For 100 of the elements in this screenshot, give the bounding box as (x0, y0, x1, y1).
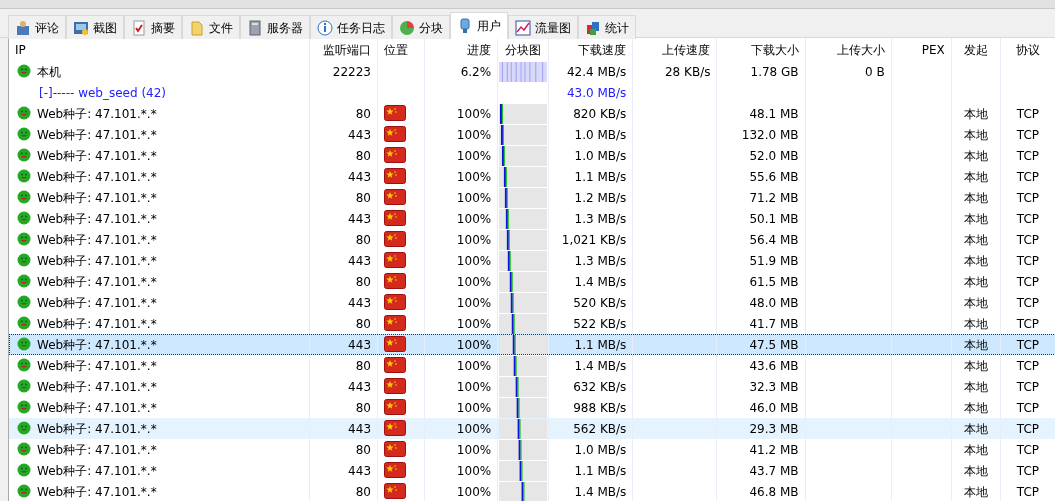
column-header[interactable]: 协议 (1015, 42, 1040, 57)
smiley-icon (17, 105, 31, 120)
table-cell: 80 (355, 484, 371, 499)
peer-row[interactable]: Web种子: 47.101.*.* 443 100% 1.3 MB/s 51.9 MB 本地 TCP (9, 250, 1055, 271)
piece-map-drawing (499, 208, 548, 229)
peer-row[interactable]: Web种子: 47.101.*.* 443 100% 1.3 MB/s 50.1 MB 本地 TCP (9, 208, 1055, 229)
flag-icon (384, 104, 406, 121)
peer-row[interactable]: Web种子: 47.101.*.* 80 100% 1.4 MB/s 61.5 MB 本地 TCP (9, 271, 1055, 292)
flag-icon (384, 230, 406, 247)
table-cell: 100% (456, 106, 492, 121)
flag-icon (384, 398, 406, 415)
table-cell: 1.3 MB/s (574, 253, 627, 268)
table-cell: 56.4 MB (749, 232, 799, 247)
tab[interactable]: 评论 (8, 15, 66, 39)
peer-row[interactable]: Web种子: 47.101.*.* 443 100% 1.1 MB/s 43.7 MB 本地 TCP (9, 460, 1055, 481)
column-header[interactable]: 分块图 (505, 42, 542, 57)
tab[interactable]: 分块 (392, 15, 450, 39)
table-cell: 6.2% (460, 64, 492, 79)
table-cell: 本地 (963, 337, 988, 352)
tab[interactable]: 任务日志 (310, 15, 392, 39)
table-cell: 本地 (963, 295, 988, 310)
tab[interactable]: 摘要 (124, 15, 182, 39)
column-header[interactable]: 发起 (963, 42, 988, 57)
table-cell: 100% (456, 148, 492, 163)
table-cell: TCP (1016, 316, 1040, 331)
table-cell: 520 KB/s (573, 295, 627, 310)
table-cell: 100% (456, 421, 492, 436)
table-cell: TCP (1016, 400, 1040, 415)
peer-row[interactable]: Web种子: 47.101.*.* 80 100% 820 KB/s 48.1 MB 本地 TCP (9, 103, 1055, 124)
table-cell: 52.0 MB (749, 148, 799, 163)
table-cell: 43.0 MB/s (566, 85, 627, 100)
peer-row[interactable]: Web种子: 47.101.*.* 80 100% 1.2 MB/s 71.2 MB 本地 TCP (9, 187, 1055, 208)
table-cell: 80 (355, 400, 371, 415)
flag-icon (384, 293, 406, 310)
table-cell: 46.0 MB (749, 400, 799, 415)
table-cell: TCP (1016, 274, 1040, 289)
table-cell: 100% (456, 337, 492, 352)
column-header[interactable]: IP (15, 42, 26, 57)
peer-row[interactable]: Web种子: 47.101.*.* 443 100% 1.0 MB/s 132.0 MB 本地 TCP (9, 124, 1055, 145)
table-cell: 100% (456, 379, 492, 394)
table-cell: Web种子: 47.101.*.* (37, 169, 157, 184)
flag-icon (384, 272, 406, 289)
table-cell: 本地 (963, 442, 988, 457)
table-cell: 本机 (37, 64, 61, 79)
table-cell: 46.8 MB (749, 484, 799, 499)
server-icon (247, 19, 263, 36)
column-header[interactable]: 进度 (467, 42, 492, 57)
tab[interactable]: 文件 (182, 15, 240, 39)
table-cell: 本地 (963, 316, 988, 331)
smiley-icon (17, 336, 31, 351)
table-cell: 80 (355, 274, 371, 289)
peer-row[interactable]: Web种子: 47.101.*.* 443 100% 562 KB/s 29.3 MB 本地 TCP (9, 418, 1055, 439)
table-cell: TCP (1016, 463, 1040, 478)
table-cell: 42.4 MB/s (566, 64, 627, 79)
table-cell: 443 (348, 169, 371, 184)
peer-row[interactable]: Web种子: 47.101.*.* 80 100% 1.4 MB/s 46.8 MB 本地 TCP (9, 481, 1055, 501)
column-header[interactable]: 监听端口 (323, 42, 371, 57)
smiley-icon (17, 483, 31, 498)
table-cell: 443 (348, 295, 371, 310)
table-cell: Web种子: 47.101.*.* (37, 442, 157, 457)
column-header[interactable]: 下载速度 (578, 42, 627, 57)
table-cell: TCP (1016, 358, 1040, 373)
tab[interactable]: 统计 (578, 15, 636, 39)
tab[interactable]: 用户 (450, 12, 508, 39)
table-cell: 100% (456, 484, 492, 499)
column-header[interactable]: PEX (921, 42, 945, 57)
table-cell: 100% (456, 211, 492, 226)
flag-icon (384, 188, 406, 205)
table-cell: TCP (1016, 190, 1040, 205)
smiley-icon (17, 315, 31, 330)
tab[interactable]: 截图 (66, 15, 124, 39)
peer-row[interactable]: Web种子: 47.101.*.* 80 100% 1.0 MB/s 52.0 MB 本地 TCP (9, 145, 1055, 166)
table-cell: Web种子: 47.101.*.* (37, 421, 157, 436)
table-cell: 100% (456, 295, 492, 310)
column-header[interactable]: 上传大小 (836, 42, 885, 57)
piece-map-drawing (499, 250, 548, 271)
peer-row[interactable]: Web种子: 47.101.*.* 443 100% 632 KB/s 32.3 MB 本地 TCP (9, 376, 1055, 397)
peer-row[interactable]: Web种子: 47.101.*.* 443 100% 520 KB/s 48.0 MB 本地 TCP (9, 292, 1055, 313)
column-header[interactable]: 下载大小 (750, 42, 799, 57)
peer-row[interactable]: Web种子: 47.101.*.* 443 100% 1.1 MB/s 47.5 MB 本地 TCP (9, 334, 1055, 355)
tab[interactable]: 流量图 (508, 15, 578, 39)
table-cell: 1.2 MB/s (574, 190, 627, 205)
peer-row[interactable]: Web种子: 47.101.*.* 80 100% 1.4 MB/s 43.6 MB 本地 TCP (9, 355, 1055, 376)
column-header[interactable]: 上传速度 (662, 42, 711, 57)
blocks-icon (585, 19, 601, 36)
table-cell: 本地 (963, 379, 988, 394)
peer-row[interactable]: Web种子: 47.101.*.* 443 100% 1.1 MB/s 55.6 MB 本地 TCP (9, 166, 1055, 187)
column-header[interactable]: 位置 (384, 42, 408, 57)
table-cell: 本地 (963, 484, 988, 499)
info-icon (317, 19, 333, 36)
group-row-label: [-]----- web_seed (42) (39, 85, 167, 100)
piece-map-drawing (499, 292, 548, 313)
table-cell: 988 KB/s (573, 400, 627, 415)
tab[interactable]: 服务器 (240, 15, 310, 39)
table-cell: 100% (456, 274, 492, 289)
peer-row[interactable]: Web种子: 47.101.*.* 80 100% 1.0 MB/s 41.2 MB 本地 TCP (9, 439, 1055, 460)
peer-row[interactable]: Web种子: 47.101.*.* 80 100% 1,021 KB/s 56.4 MB 本地 TCP (9, 229, 1055, 250)
table-cell: 443 (348, 211, 371, 226)
table-cell: 本地 (963, 463, 988, 478)
table-cell: 71.2 MB (749, 190, 799, 205)
